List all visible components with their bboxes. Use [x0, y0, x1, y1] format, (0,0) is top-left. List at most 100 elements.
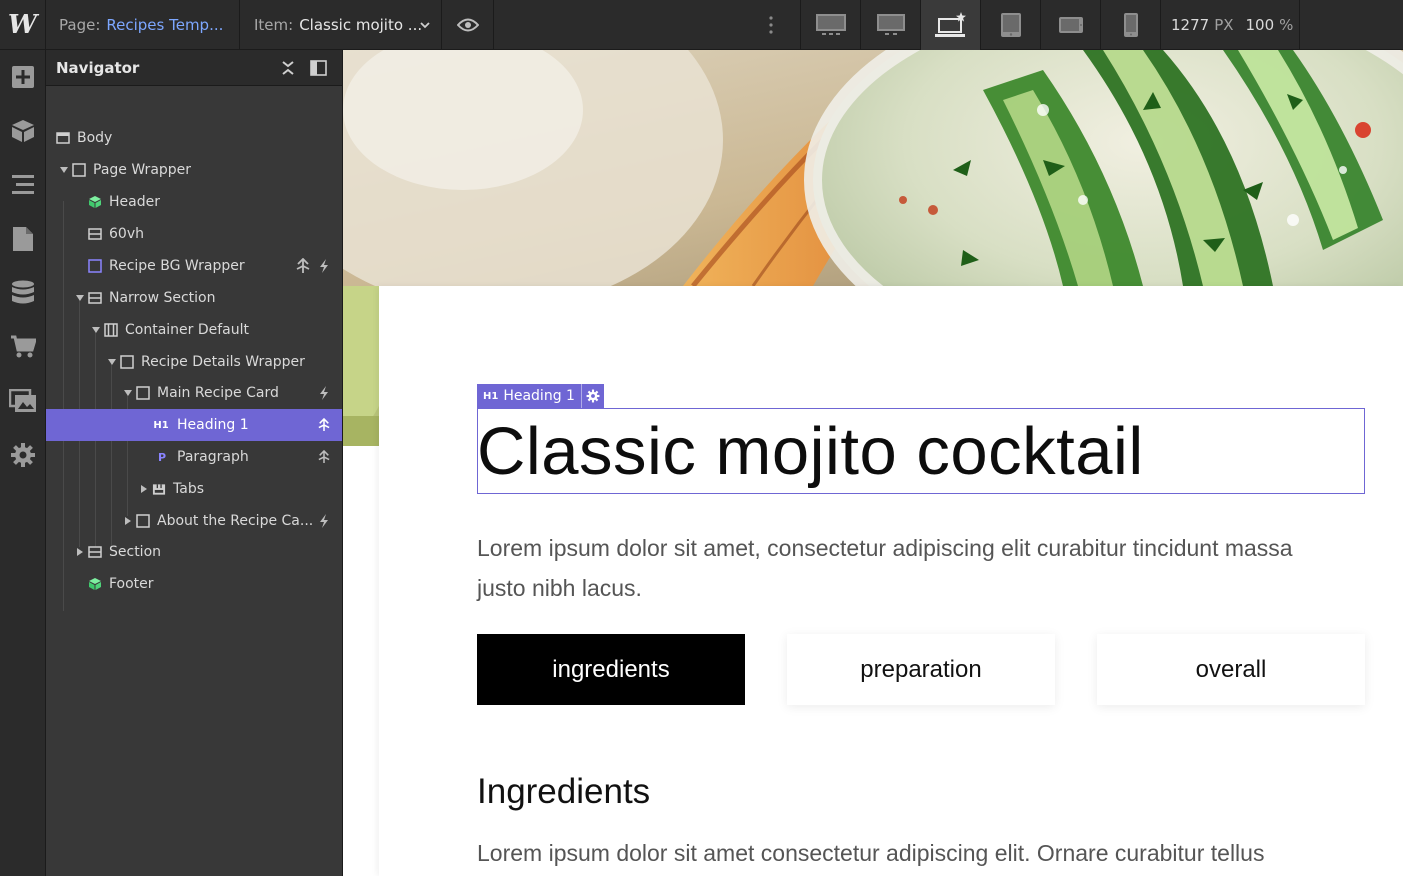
- ingredients-heading[interactable]: Ingredients: [477, 772, 650, 812]
- tree-node-label: Header: [109, 194, 160, 210]
- container-icon: [104, 323, 118, 337]
- interaction-trigger-icon: [318, 417, 330, 431]
- tree-node-about-the-recipe-card[interactable]: About the Recipe Ca...: [46, 505, 342, 537]
- width-value: 1277: [1171, 16, 1210, 34]
- element-settings-button[interactable]: [580, 384, 604, 408]
- preview-button[interactable]: [442, 0, 494, 50]
- plus-square-icon: [12, 66, 34, 88]
- navigator-title: Navigator: [56, 58, 140, 77]
- gear-icon: [586, 389, 600, 403]
- gear-icon: [11, 443, 35, 467]
- design-canvas[interactable]: H1 Heading 1 Classic mojito cocktail Lor…: [343, 50, 1403, 876]
- section-icon: [88, 227, 102, 241]
- eye-icon: [456, 18, 479, 32]
- lightning-icon: [320, 386, 328, 400]
- tree-node-label: Heading 1: [177, 417, 249, 433]
- tree-node-label: Footer: [109, 576, 154, 592]
- settings-button[interactable]: [0, 428, 46, 482]
- webflow-logo[interactable]: W: [0, 0, 46, 50]
- item-value[interactable]: Classic mojito ...: [299, 16, 422, 34]
- tree-node-paragraph[interactable]: P Paragraph: [46, 441, 342, 473]
- logo-text: W: [7, 10, 38, 40]
- tree-node-main-recipe-card[interactable]: Main Recipe Card: [46, 377, 342, 409]
- navigator-panel: Navigator Body Page Wrapper Header 60vh …: [46, 50, 343, 876]
- lightning-icon: [320, 259, 328, 273]
- tree-node-label: Narrow Section: [109, 290, 216, 306]
- collapse-all-icon[interactable]: [280, 60, 296, 76]
- cube-icon: [12, 120, 34, 142]
- paragraph-icon: P: [157, 450, 167, 464]
- interaction-trigger-icon: [318, 449, 330, 463]
- left-toolbar: [0, 50, 46, 876]
- mobile-landscape-icon: [1058, 17, 1083, 33]
- interaction-trigger-icon: [296, 258, 310, 273]
- breakpoint-1440[interactable]: [860, 0, 920, 50]
- assets-button[interactable]: [0, 374, 46, 428]
- breakpoint-1920[interactable]: [800, 0, 860, 50]
- more-options-button[interactable]: [757, 0, 785, 50]
- caret-right-icon[interactable]: [139, 484, 149, 494]
- caret-down-icon[interactable]: [91, 325, 101, 335]
- images-icon: [9, 389, 36, 412]
- tab-preparation[interactable]: preparation: [787, 634, 1055, 705]
- tree-node-label: About the Recipe Ca...: [157, 513, 314, 529]
- large-desktop-icon: [815, 14, 846, 35]
- canvas-size-readout[interactable]: 1277 PX 100 %: [1160, 0, 1300, 50]
- tree-node-label: 60vh: [109, 226, 144, 242]
- caret-down-icon[interactable]: [123, 388, 133, 398]
- caret-right-icon[interactable]: [123, 516, 133, 526]
- symbol-icon: [88, 577, 102, 591]
- ecommerce-button[interactable]: [0, 320, 46, 374]
- box-icon: [136, 514, 150, 528]
- page-selector[interactable]: Page: Recipes Temp...: [46, 0, 240, 50]
- tree-node-tabs[interactable]: Tabs: [46, 473, 342, 505]
- lime-image-strip: [343, 286, 379, 446]
- breakpoint-base[interactable]: [920, 0, 980, 50]
- navigator-button[interactable]: [0, 158, 46, 212]
- breakpoint-mobile-landscape[interactable]: [1040, 0, 1100, 50]
- cms-button[interactable]: [0, 266, 46, 320]
- caret-down-icon[interactable]: [59, 165, 69, 175]
- add-elements-button[interactable]: [0, 50, 46, 104]
- chevron-down-icon[interactable]: [418, 18, 432, 32]
- tree-node-heading-1[interactable]: H1 Heading 1: [46, 409, 342, 441]
- tree-node-header[interactable]: Header: [46, 186, 342, 218]
- components-button[interactable]: [0, 104, 46, 158]
- tree-node-narrow-section[interactable]: Narrow Section: [46, 282, 342, 314]
- zoom-unit: %: [1279, 16, 1294, 34]
- desktop-icon: [876, 14, 905, 35]
- page-value[interactable]: Recipes Temp...: [106, 16, 223, 34]
- section-icon: [88, 291, 102, 305]
- recipe-intro-paragraph[interactable]: Lorem ipsum dolor sit amet, consectetur …: [477, 528, 1347, 608]
- breakpoint-mobile-portrait[interactable]: [1100, 0, 1160, 50]
- caret-down-icon[interactable]: [75, 293, 85, 303]
- tree-node-label: Recipe BG Wrapper: [109, 258, 245, 274]
- tree-node-recipe-details-wrapper[interactable]: Recipe Details Wrapper: [46, 346, 342, 378]
- tree-node-page-wrapper[interactable]: Page Wrapper: [46, 154, 342, 186]
- tree-node-section[interactable]: Section: [46, 536, 342, 568]
- selection-outline: [477, 408, 1365, 494]
- tabs-icon: [152, 482, 166, 496]
- item-label: Item:: [254, 16, 294, 34]
- tree-node-recipe-bg-wrapper[interactable]: Recipe BG Wrapper: [46, 250, 342, 282]
- tree-node-body[interactable]: Body: [46, 122, 342, 154]
- caret-down-icon[interactable]: [107, 357, 117, 367]
- tree-node-container-default[interactable]: Container Default: [46, 314, 342, 346]
- item-selector[interactable]: Item: Classic mojito ...: [240, 0, 442, 50]
- more-vertical-icon: [769, 16, 773, 34]
- caret-right-icon[interactable]: [75, 547, 85, 557]
- selection-tag[interactable]: H1 Heading 1: [477, 384, 604, 408]
- tablet-icon: [1000, 13, 1021, 37]
- desktop-base-star-icon: [934, 12, 966, 37]
- tree-node-label: Main Recipe Card: [157, 385, 279, 401]
- tree-node-label: Body: [77, 130, 113, 146]
- tab-overall[interactable]: overall: [1097, 634, 1365, 705]
- ingredients-paragraph[interactable]: Lorem ipsum dolor sit amet consectetur a…: [477, 840, 1377, 867]
- tree-node-footer[interactable]: Footer: [46, 568, 342, 600]
- pages-button[interactable]: [0, 212, 46, 266]
- tree-node-label: Page Wrapper: [93, 162, 192, 178]
- tab-ingredients[interactable]: ingredients: [477, 634, 745, 705]
- tree-node-60vh[interactable]: 60vh: [46, 218, 342, 250]
- breakpoint-tablet[interactable]: [980, 0, 1040, 50]
- dock-panel-icon[interactable]: [310, 60, 327, 76]
